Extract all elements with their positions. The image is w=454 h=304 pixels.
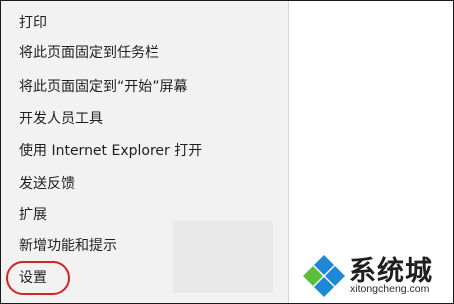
menu-item-pin-to-taskbar[interactable]: 将此页面固定到任务栏 bbox=[1, 38, 288, 68]
menu-item-label: 发送反馈 bbox=[19, 176, 75, 192]
menu-item-label: 扩展 bbox=[19, 207, 47, 223]
menu-item-send-feedback[interactable]: 发送反馈 bbox=[1, 169, 288, 199]
hover-shade bbox=[173, 221, 273, 293]
menu-item-label: 使用 Internet Explorer 打开 bbox=[19, 143, 203, 159]
screenshot-frame: 打印 将此页面固定到任务栏 将此页面固定到“开始”屏幕 开发人员工具 使用 In… bbox=[0, 0, 454, 304]
diamond-logo-icon bbox=[303, 255, 345, 297]
menu-item-label: 新增功能和提示 bbox=[19, 238, 117, 254]
menu-item-label: 设置 bbox=[19, 270, 47, 286]
menu-item-pin-to-start[interactable]: 将此页面固定到“开始”屏幕 bbox=[1, 72, 288, 102]
menu-item-label: 打印 bbox=[19, 15, 47, 31]
menu-item-label: 开发人员工具 bbox=[19, 111, 103, 127]
browser-more-menu: 打印 将此页面固定到任务栏 将此页面固定到“开始”屏幕 开发人员工具 使用 In… bbox=[1, 1, 289, 303]
menu-item-label: 将此页面固定到任务栏 bbox=[19, 45, 159, 61]
site-watermark: 系统城 xitongcheng.com bbox=[301, 247, 451, 303]
menu-item-print[interactable]: 打印 bbox=[1, 8, 288, 38]
menu-item-label: 将此页面固定到“开始”屏幕 bbox=[19, 79, 188, 95]
menu-item-open-with-ie[interactable]: 使用 Internet Explorer 打开 bbox=[1, 136, 288, 166]
watermark-url: xitongcheng.com bbox=[350, 283, 430, 295]
menu-item-developer-tools[interactable]: 开发人员工具 bbox=[1, 104, 288, 134]
